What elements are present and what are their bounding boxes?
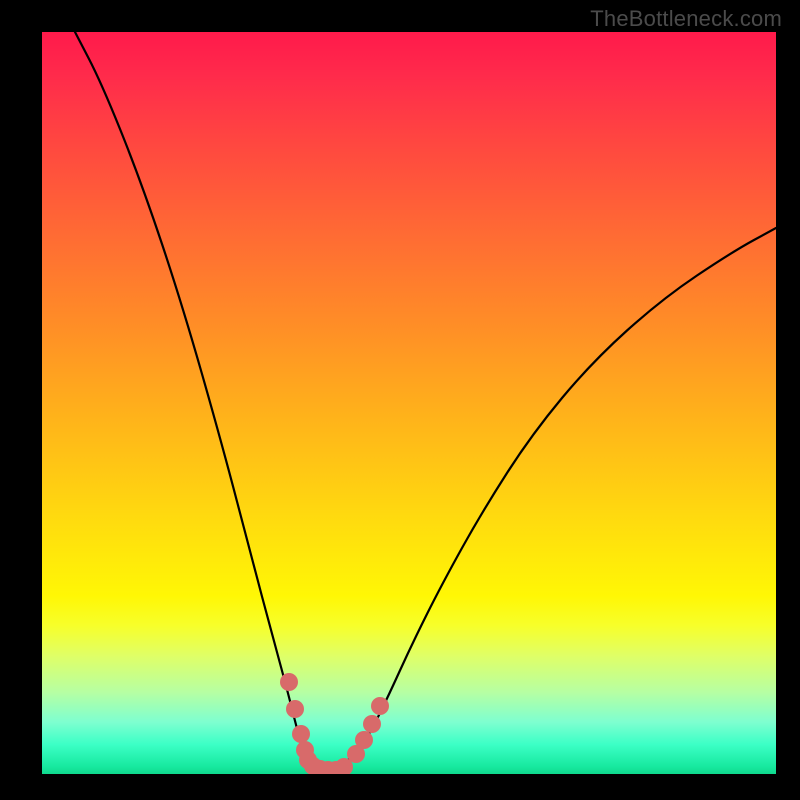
curve-marker	[280, 673, 298, 691]
curve-marker	[363, 715, 381, 733]
curve-marker	[292, 725, 310, 743]
watermark-text: TheBottleneck.com	[590, 6, 782, 32]
bottleneck-curve	[75, 32, 776, 772]
chart-frame: TheBottleneck.com	[0, 0, 800, 800]
plot-area	[42, 32, 776, 774]
curve-marker	[371, 697, 389, 715]
curve-marker	[286, 700, 304, 718]
curve-svg	[42, 32, 776, 774]
curve-marker	[355, 731, 373, 749]
